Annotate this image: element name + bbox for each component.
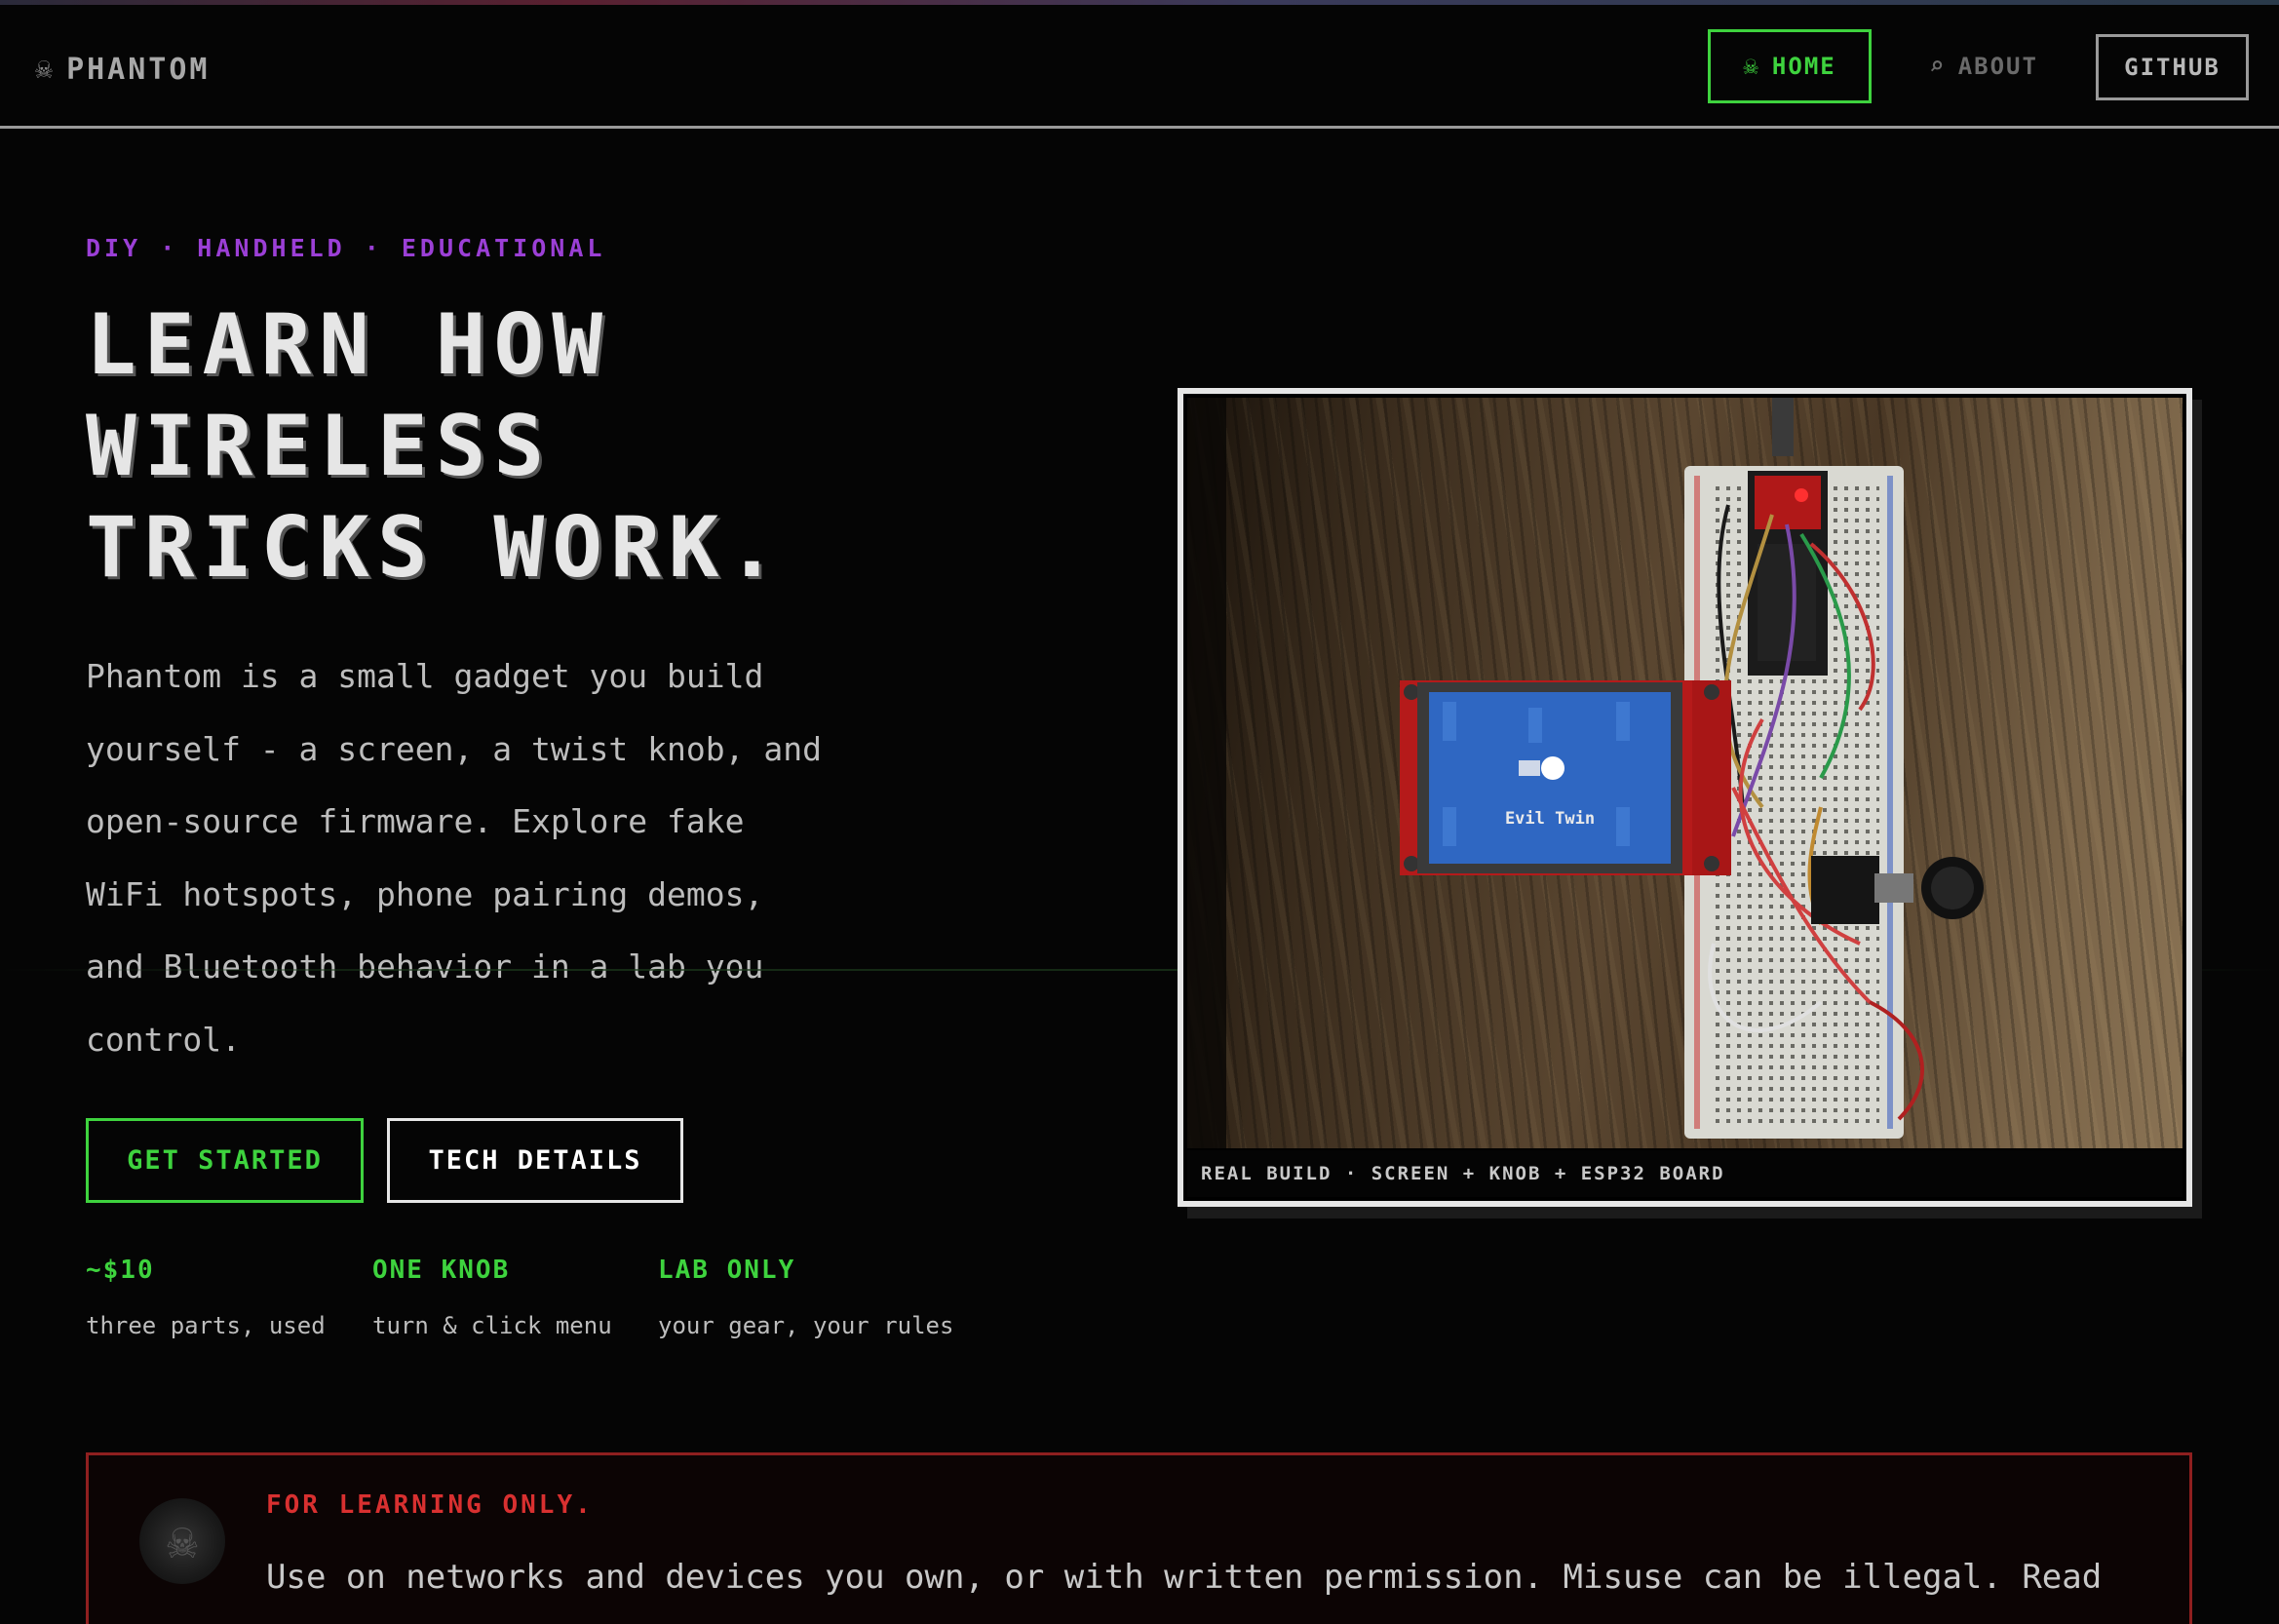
hero-eyebrow: DIY · HANDHELD · EDUCATIONAL bbox=[86, 234, 606, 262]
stat-value: ONE KNOB bbox=[372, 1256, 511, 1285]
device-photo: Evil Twin bbox=[1187, 398, 2182, 1148]
nav-home-button[interactable]: ☠ HOME bbox=[1708, 29, 1872, 103]
device-screen-text: Evil Twin bbox=[1505, 809, 1595, 829]
photo-caption: REAL BUILD · SCREEN + KNOB + ESP32 BOARD bbox=[1187, 1150, 2182, 1197]
nav-home-label: HOME bbox=[1771, 53, 1836, 80]
tech-details-button[interactable]: TECH DETAILS bbox=[387, 1118, 683, 1203]
stat-knob: ONE KNOB turn & click menu bbox=[372, 1256, 612, 1339]
hero-lead: Phantom is a small gadget you build your… bbox=[86, 657, 822, 1059]
reaper-icon: ☠ bbox=[1743, 52, 1760, 81]
stat-desc: turn & click menu bbox=[372, 1312, 612, 1339]
warning-skull-icon: ☠ bbox=[139, 1498, 225, 1584]
warning-text: Use on networks and devices you own, or … bbox=[266, 1558, 2103, 1597]
warning-banner: ☠ FOR LEARNING ONLY. Use on networks and… bbox=[86, 1452, 2192, 1624]
nav-about-label: ABOUT bbox=[1957, 53, 2038, 80]
stat-lab: LAB ONLY your gear, your rules bbox=[658, 1256, 953, 1339]
stat-value: ~$10 bbox=[86, 1256, 155, 1285]
stat-desc: three parts, used bbox=[86, 1312, 326, 1339]
hero-headline: LEARN HOW WIRELESS TRICKS WORK. bbox=[86, 294, 963, 599]
headline-line-3: TRICKS WORK. bbox=[86, 499, 786, 597]
ghost-skull-icon: ☠ bbox=[35, 52, 54, 86]
headline-line-2: WIRELESS bbox=[86, 398, 553, 495]
stat-cost: ~$10 three parts, used bbox=[86, 1256, 326, 1339]
stat-desc: your gear, your rules bbox=[658, 1312, 954, 1339]
nav-github-button[interactable]: GITHUB bbox=[2096, 34, 2249, 100]
brand-name: PHANTOM bbox=[66, 52, 211, 87]
get-started-button[interactable]: GET STARTED bbox=[86, 1118, 364, 1203]
search-icon: ⌕ bbox=[1929, 52, 1947, 81]
hero-photo-frame: Evil Twin REAL BUILD · SCREEN + KNOB + E… bbox=[1178, 388, 2192, 1207]
headline-line-1: LEARN HOW bbox=[86, 296, 610, 394]
stat-value: LAB ONLY bbox=[658, 1256, 796, 1285]
brand[interactable]: ☠ PHANTOM bbox=[35, 48, 211, 91]
nav-about-button[interactable]: ⌕ ABOUT bbox=[1911, 29, 2057, 103]
navbar: ☠ PHANTOM ☠ HOME ⌕ ABOUT GITHUB bbox=[0, 5, 2279, 129]
warning-title: FOR LEARNING ONLY. bbox=[266, 1490, 594, 1520]
device-illustration: Evil Twin bbox=[1187, 398, 1984, 1148]
nav-github-label: GITHUB bbox=[2124, 54, 2221, 81]
